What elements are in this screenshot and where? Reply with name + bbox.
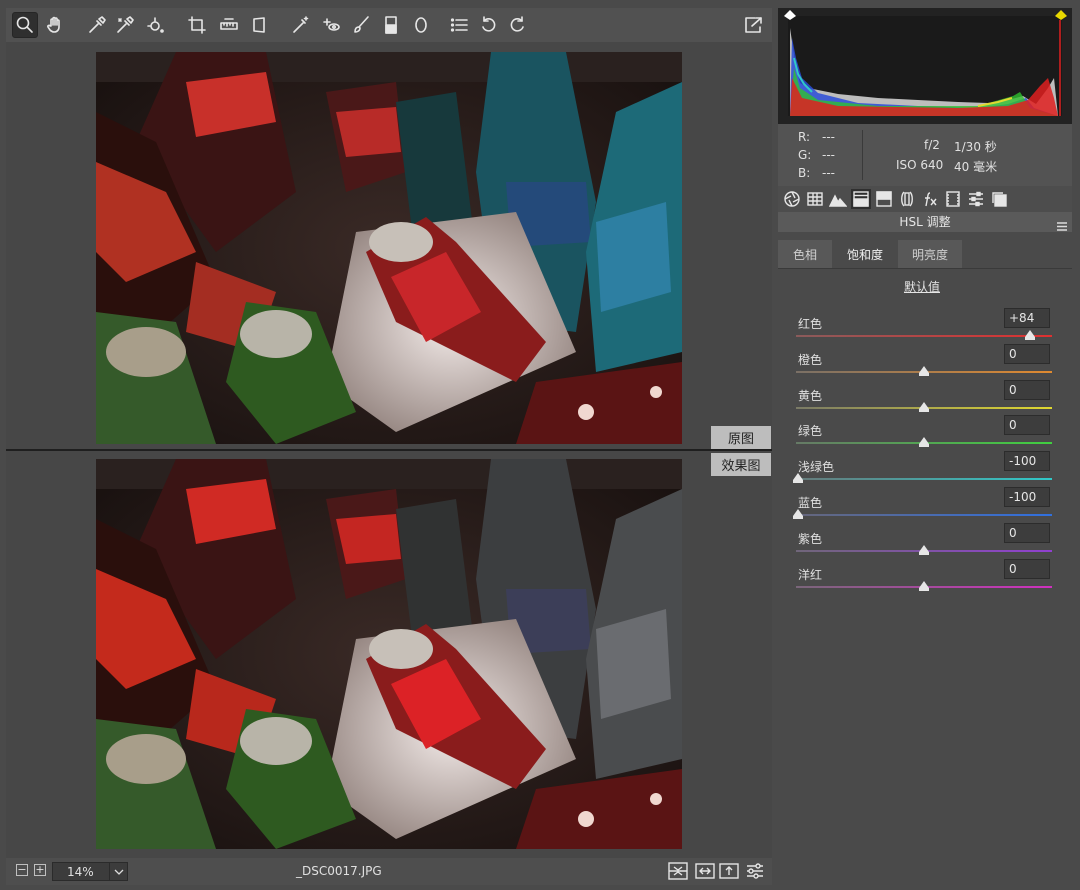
section-title: HSL 调整: [899, 215, 951, 229]
shadow-clipping-icon[interactable]: [783, 9, 797, 21]
slider-value-red[interactable]: +84: [1004, 308, 1050, 328]
g-label: G:: [798, 148, 812, 162]
slider-label-magenta: 洋红: [798, 567, 823, 582]
aperture-value: f/2: [924, 138, 940, 152]
zoom-tool-icon[interactable]: [12, 12, 38, 38]
zoom-in-button[interactable]: +: [34, 864, 46, 876]
slider-thumb-yellow[interactable]: [919, 401, 929, 412]
hand-tool-icon[interactable]: [42, 12, 68, 38]
slider-thumb-magenta[interactable]: [919, 580, 929, 591]
slider-thumb-blue[interactable]: [793, 509, 803, 519]
swap-settings-icon[interactable]: [694, 861, 716, 881]
crop-tool-icon[interactable]: [184, 12, 210, 38]
g-value: ---: [822, 148, 835, 162]
slider-label-orange: 橙色: [798, 352, 823, 367]
tone-curve-grid-icon[interactable]: [805, 189, 825, 209]
straighten-tool-icon[interactable]: [216, 12, 242, 38]
slider-thumb-purple[interactable]: [919, 544, 929, 555]
slider-label-purple: 紫色: [798, 531, 823, 546]
copy-settings-icon[interactable]: [718, 861, 740, 881]
slider-label-red: 红色: [798, 317, 823, 331]
spot-removal-icon[interactable]: [288, 12, 314, 38]
slider-value-green[interactable]: 0: [1004, 415, 1050, 436]
adjustment-panel: R: --- G: --- B: --- f/2 1/30 秒 ISO 640 …: [778, 8, 1072, 885]
slider-row-magenta: 洋红 0: [778, 558, 1072, 602]
slider-value-yellow[interactable]: 0: [1004, 379, 1050, 400]
camera-info: R: --- G: --- B: --- f/2 1/30 秒 ISO 640 …: [778, 124, 1072, 186]
hsl-adjust-icon[interactable]: [851, 189, 871, 209]
slider-track-aqua[interactable]: [796, 478, 1052, 481]
lens-correction-icon[interactable]: [897, 189, 917, 209]
b-label: B:: [798, 166, 811, 180]
slider-value-aqua[interactable]: -100: [1004, 451, 1050, 472]
slider-value-magenta[interactable]: 0: [1004, 558, 1050, 579]
rotate-left-icon[interactable]: [476, 12, 502, 38]
focal-length-value: 40 毫米: [954, 160, 998, 174]
zoom-level-select[interactable]: 14%: [52, 862, 128, 881]
slider-label-green: 绿色: [798, 424, 823, 439]
highlight-clipping-icon[interactable]: [1054, 9, 1068, 21]
rotate-right-icon[interactable]: [504, 12, 530, 38]
zoom-level-value: 14%: [67, 865, 94, 879]
status-bar: − + 14% _DSC0017.JPG: [6, 858, 772, 885]
radial-filter-icon[interactable]: [408, 12, 434, 38]
tab-saturation[interactable]: 饱和度: [834, 240, 896, 268]
effects-fx-icon[interactable]: [920, 189, 940, 209]
red-eye-icon[interactable]: [318, 12, 344, 38]
detail-mountain-icon[interactable]: [828, 189, 848, 209]
slider-thumb-orange[interactable]: [919, 365, 929, 376]
tab-hue[interactable]: 色相: [778, 240, 832, 268]
r-label: R:: [798, 130, 811, 144]
histogram: [778, 8, 1072, 124]
zoom-out-button[interactable]: −: [16, 864, 28, 876]
compare-divider: [6, 449, 772, 451]
preview-preferences-icon[interactable]: [744, 861, 766, 881]
slider-value-purple[interactable]: 0: [1004, 522, 1050, 543]
preview-image-before: [96, 52, 682, 444]
graduated-filter-icon[interactable]: [378, 12, 404, 38]
compare-view-icon[interactable]: [667, 861, 689, 881]
after-label: 效果图: [711, 453, 771, 476]
panel-menu-icon[interactable]: [1057, 217, 1067, 231]
toolbar: [6, 8, 772, 42]
white-balance-icon[interactable]: [84, 12, 110, 38]
tab-luminance[interactable]: 明亮度: [898, 240, 962, 268]
slider-label-yellow: 黄色: [798, 388, 823, 403]
color-sampler-icon[interactable]: [112, 12, 138, 38]
hsl-subtabs: 色相 饱和度 明亮度: [778, 240, 1072, 269]
shutter-value: 1/30 秒: [954, 140, 997, 154]
adjustment-brush-icon[interactable]: [348, 12, 374, 38]
targeted-adjustment-icon[interactable]: [142, 12, 168, 38]
preview-image-after: [96, 459, 682, 849]
slider-label-aqua: 浅绿色: [798, 460, 835, 475]
transform-tool-icon[interactable]: [246, 12, 272, 38]
preferences-list-icon[interactable]: [446, 12, 472, 38]
iso-value: ISO 640: [896, 158, 944, 172]
slider-value-blue[interactable]: -100: [1004, 487, 1050, 507]
chevron-down-icon[interactable]: [109, 863, 128, 880]
section-header: HSL 调整: [778, 212, 1072, 232]
basic-aperture-icon[interactable]: [782, 189, 802, 209]
slider-track-blue[interactable]: [796, 514, 1052, 516]
open-external-icon[interactable]: [740, 12, 766, 38]
slider-value-orange[interactable]: 0: [1004, 343, 1050, 364]
info-separator: [862, 130, 863, 180]
panel-tabs: [778, 186, 1072, 212]
split-toning-icon[interactable]: [874, 189, 894, 209]
r-value: ---: [822, 130, 835, 144]
slider-thumb-green[interactable]: [919, 437, 929, 448]
slider-thumb-aqua[interactable]: [793, 473, 803, 484]
slider-thumb-red[interactable]: [1024, 330, 1035, 340]
camera-calibration-icon[interactable]: [943, 189, 963, 209]
slider-track-red[interactable]: [796, 335, 1052, 337]
file-name: _DSC0017.JPG: [296, 864, 382, 878]
snapshots-icon[interactable]: [989, 189, 1009, 209]
default-values-link[interactable]: 默认值: [778, 278, 1066, 295]
b-value: ---: [822, 166, 835, 180]
presets-sliders-icon[interactable]: [966, 189, 986, 209]
before-label: 原图: [711, 426, 771, 449]
